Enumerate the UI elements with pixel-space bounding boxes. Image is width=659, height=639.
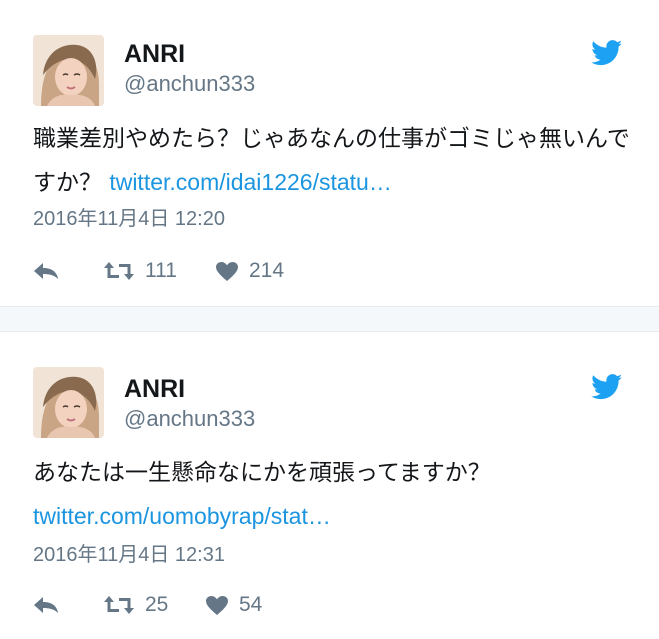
like-count: 54: [239, 593, 263, 616]
like-button[interactable]: 54: [205, 590, 262, 620]
retweet-icon: [103, 260, 135, 282]
avatar[interactable]: [33, 35, 104, 106]
tweet-body: あなたは一生懸命なにかを頑張ってますか？: [33, 460, 491, 486]
avatar[interactable]: [33, 367, 104, 438]
display-name[interactable]: ANRI: [124, 377, 185, 402]
reply-button[interactable]: [33, 590, 59, 620]
tweet-text: 職業差別やめたら？じゃあなんの仕事がゴミじゃ無いんですか？ twitter.co…: [33, 118, 633, 205]
reply-button[interactable]: [33, 256, 59, 286]
tweet-text: あなたは一生懸命なにかを頑張ってますか？ twitter.com/uomobyra…: [33, 452, 633, 539]
tweet-actions: 111 214: [33, 256, 433, 286]
heart-icon: [215, 261, 239, 282]
like-button[interactable]: 214: [215, 256, 284, 286]
retweet-count: 25: [145, 593, 169, 616]
retweet-button[interactable]: 25: [103, 590, 168, 620]
tweet-link[interactable]: twitter.com/idai1226/statu…: [109, 169, 392, 195]
tweet-link[interactable]: twitter.com/uomobyrap/stat…: [33, 503, 331, 529]
display-name[interactable]: ANRI: [124, 42, 185, 67]
user-handle[interactable]: @anchun333: [124, 73, 255, 95]
tweet-timestamp[interactable]: 2016年11月4日 12:31: [33, 545, 225, 565]
tweet-timestamp[interactable]: 2016年11月4日 12:20: [33, 209, 225, 229]
retweet-icon: [103, 594, 135, 616]
tweet-card-1[interactable]: ANRI @anchun333 職業差別やめたら？じゃあなんの仕事がゴミじゃ無い…: [0, 0, 659, 307]
tweet-actions: 25 54: [33, 590, 433, 620]
retweet-button[interactable]: 111: [103, 256, 177, 286]
heart-icon: [205, 595, 229, 616]
retweet-count: 111: [145, 259, 177, 282]
twitter-bird-icon[interactable]: [591, 40, 623, 66]
reply-icon: [33, 596, 59, 614]
tweet-card-2[interactable]: ANRI @anchun333 あなたは一生懸命なにかを頑張ってますか？ twit…: [0, 331, 659, 639]
tweet-separator: [0, 307, 659, 331]
twitter-bird-icon[interactable]: [591, 374, 623, 400]
like-count: 214: [249, 259, 285, 282]
user-handle[interactable]: @anchun333: [124, 408, 255, 430]
reply-icon: [33, 262, 59, 280]
